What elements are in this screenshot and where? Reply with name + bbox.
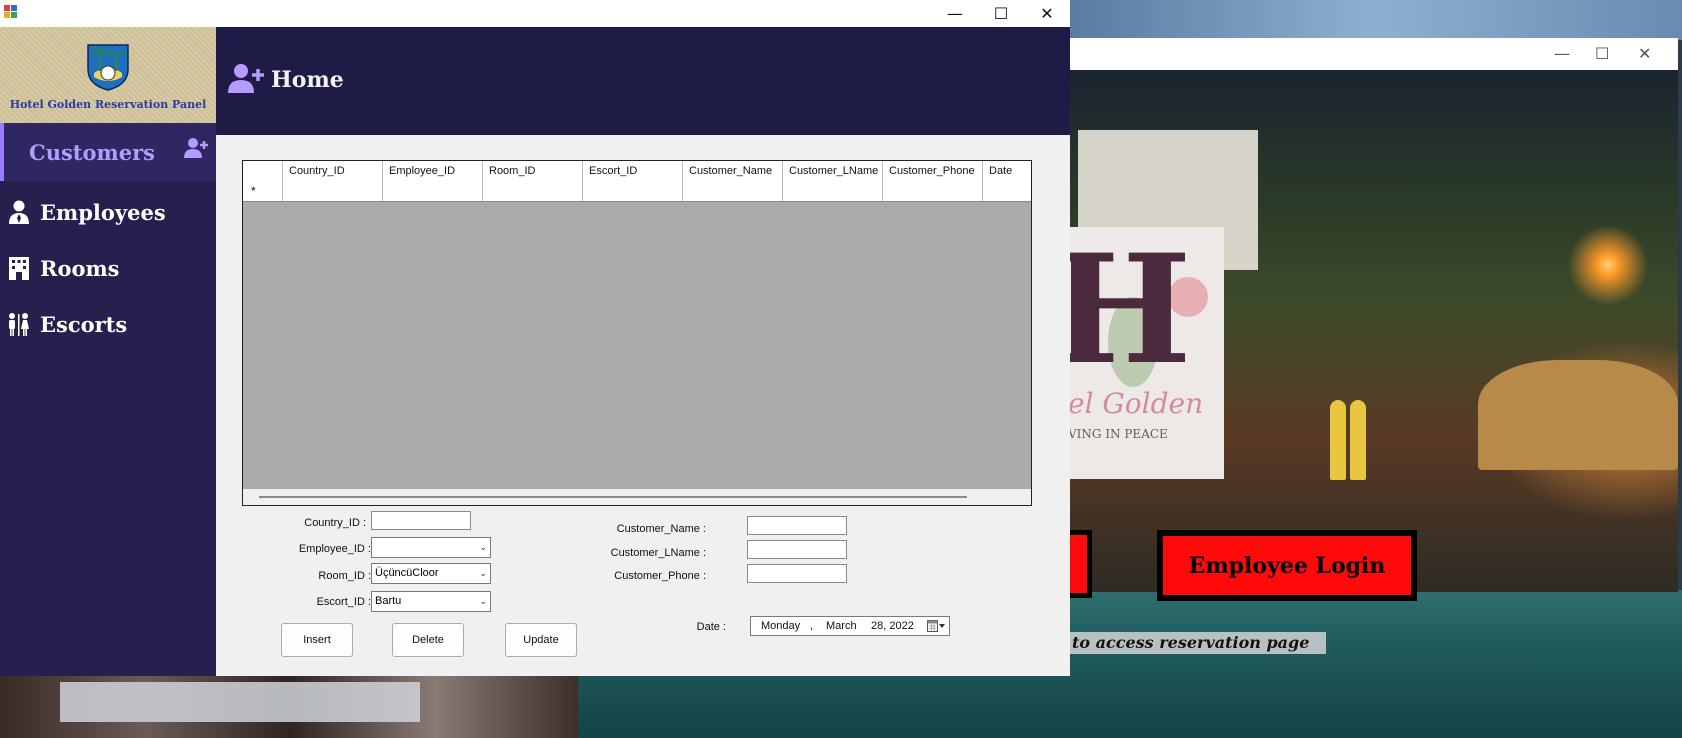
- sidebar-item-label: Rooms: [40, 255, 120, 281]
- sidebar-item-label: Escorts: [40, 311, 128, 337]
- country-id-field[interactable]: [371, 511, 471, 530]
- app-icon: [4, 5, 18, 19]
- customer-name-field[interactable]: [747, 516, 847, 535]
- window-titlebar: — ☐ ✕: [0, 0, 1070, 27]
- insert-button[interactable]: Insert: [281, 623, 353, 657]
- sidebar-item-rooms[interactable]: Rooms: [0, 239, 216, 297]
- date-day-year[interactable]: 28, 2022: [871, 617, 914, 635]
- customer-phone-field[interactable]: [747, 564, 847, 583]
- room-id-label: Room_ID :: [318, 570, 371, 582]
- grid-header: Country_ID Employee_ID Room_ID Escort_ID…: [243, 161, 1031, 182]
- employee-id-label: Employee_ID :: [298, 543, 371, 555]
- date-label: Date :: [696, 621, 726, 633]
- update-button[interactable]: Update: [505, 623, 577, 657]
- reservation-window: — ☐ ✕ Hotel Golden Reservation Panel Cus…: [0, 0, 1070, 676]
- sidebar-item-label: Customers: [29, 139, 155, 165]
- table-cell[interactable]: [883, 181, 983, 201]
- maximize-icon[interactable]: ☐: [1595, 44, 1609, 63]
- sidebar-item-escorts[interactable]: Escorts: [0, 295, 216, 353]
- hotel-crest-icon: [87, 44, 129, 91]
- table-cell[interactable]: [983, 181, 1031, 201]
- partial-login-button[interactable]: [1068, 530, 1092, 598]
- horizontal-scrollbar[interactable]: [243, 489, 1031, 505]
- employee-icon: [5, 198, 33, 226]
- minimize-icon[interactable]: —: [932, 0, 978, 27]
- calendar-dropdown-icon[interactable]: [927, 620, 945, 632]
- column-header[interactable]: Customer_Name: [683, 161, 783, 181]
- delete-button[interactable]: Delete: [392, 623, 464, 657]
- user-plus-icon: [228, 64, 264, 93]
- brand-panel: Hotel Golden Reservation Panel: [0, 27, 216, 127]
- customers-panel: Country_ID Employee_ID Room_ID Escort_ID…: [216, 135, 1070, 676]
- table-cell[interactable]: [483, 181, 583, 201]
- chevron-down-icon: ⌄: [479, 596, 487, 606]
- employee-id-select[interactable]: ⌄: [371, 537, 491, 558]
- date-weekday[interactable]: Monday: [761, 617, 800, 635]
- people-icon: [5, 310, 33, 338]
- maximize-icon[interactable]: ☐: [978, 0, 1024, 27]
- customer-name-label: Customer_Name :: [616, 523, 706, 535]
- access-hint: to access reservation page: [1068, 632, 1326, 654]
- login-window-titlebar: — ☐ ✕: [1068, 38, 1678, 70]
- table-cell[interactable]: [583, 181, 683, 201]
- customers-grid[interactable]: Country_ID Employee_ID Room_ID Escort_ID…: [242, 160, 1032, 506]
- table-cell[interactable]: [383, 181, 483, 201]
- column-header[interactable]: Country_ID: [283, 161, 383, 181]
- minimize-icon[interactable]: —: [1554, 44, 1570, 63]
- sidebar-item-label: Employees: [40, 199, 166, 225]
- close-icon[interactable]: ✕: [1024, 0, 1070, 27]
- room-id-select[interactable]: ÜçüncüCloor ⌄: [371, 563, 491, 584]
- date-month[interactable]: March: [826, 617, 857, 635]
- page-title: Home: [271, 67, 344, 93]
- country-id-label: Country_ID :: [304, 517, 366, 529]
- chevron-down-icon: ⌄: [479, 568, 487, 578]
- date-picker[interactable]: Monday , March 28, 2022: [750, 616, 950, 636]
- room-id-value: ÜçüncüCloor: [375, 567, 439, 579]
- background-sky: [1068, 0, 1682, 40]
- hotel-logo: H el Golden VING IN PEACE: [1050, 227, 1224, 479]
- column-header[interactable]: Escort_ID: [583, 161, 683, 181]
- background-city: [0, 670, 580, 738]
- customer-lname-label: Customer_LName :: [610, 547, 706, 559]
- column-header[interactable]: Room_ID: [483, 161, 583, 181]
- employee-login-button[interactable]: Employee Login: [1157, 530, 1417, 601]
- escort-id-label: Escort_ID :: [316, 596, 371, 608]
- column-header[interactable]: Customer_LName: [783, 161, 883, 181]
- user-plus-icon: [184, 138, 208, 158]
- close-icon[interactable]: ✕: [1638, 44, 1651, 63]
- building-icon: [5, 254, 33, 282]
- new-row-marker: *: [243, 181, 283, 201]
- chevron-down-icon: ⌄: [479, 542, 487, 552]
- sidebar-item-customers[interactable]: Customers: [0, 123, 216, 181]
- column-header[interactable]: Date: [983, 161, 1031, 181]
- table-cell[interactable]: [783, 181, 883, 201]
- table-row[interactable]: *: [243, 181, 1031, 202]
- scrollbar-thumb[interactable]: [259, 496, 967, 498]
- customer-lname-field[interactable]: [747, 540, 847, 559]
- escort-id-select[interactable]: Bartu ⌄: [371, 591, 491, 612]
- header-bar: Home: [216, 27, 1070, 135]
- column-header[interactable]: Employee_ID: [383, 161, 483, 181]
- sidebar-item-employees[interactable]: Employees: [0, 183, 216, 241]
- brand-title: Hotel Golden Reservation Panel: [9, 98, 207, 111]
- date-separator: ,: [810, 620, 814, 632]
- table-cell[interactable]: [683, 181, 783, 201]
- row-header-corner: [243, 161, 283, 181]
- column-header[interactable]: Customer_Phone: [883, 161, 983, 181]
- customer-phone-label: Customer_Phone :: [614, 570, 706, 582]
- table-cell[interactable]: [283, 181, 383, 201]
- escort-id-value: Bartu: [375, 595, 402, 607]
- sidebar: Hotel Golden Reservation Panel Customers…: [0, 27, 216, 676]
